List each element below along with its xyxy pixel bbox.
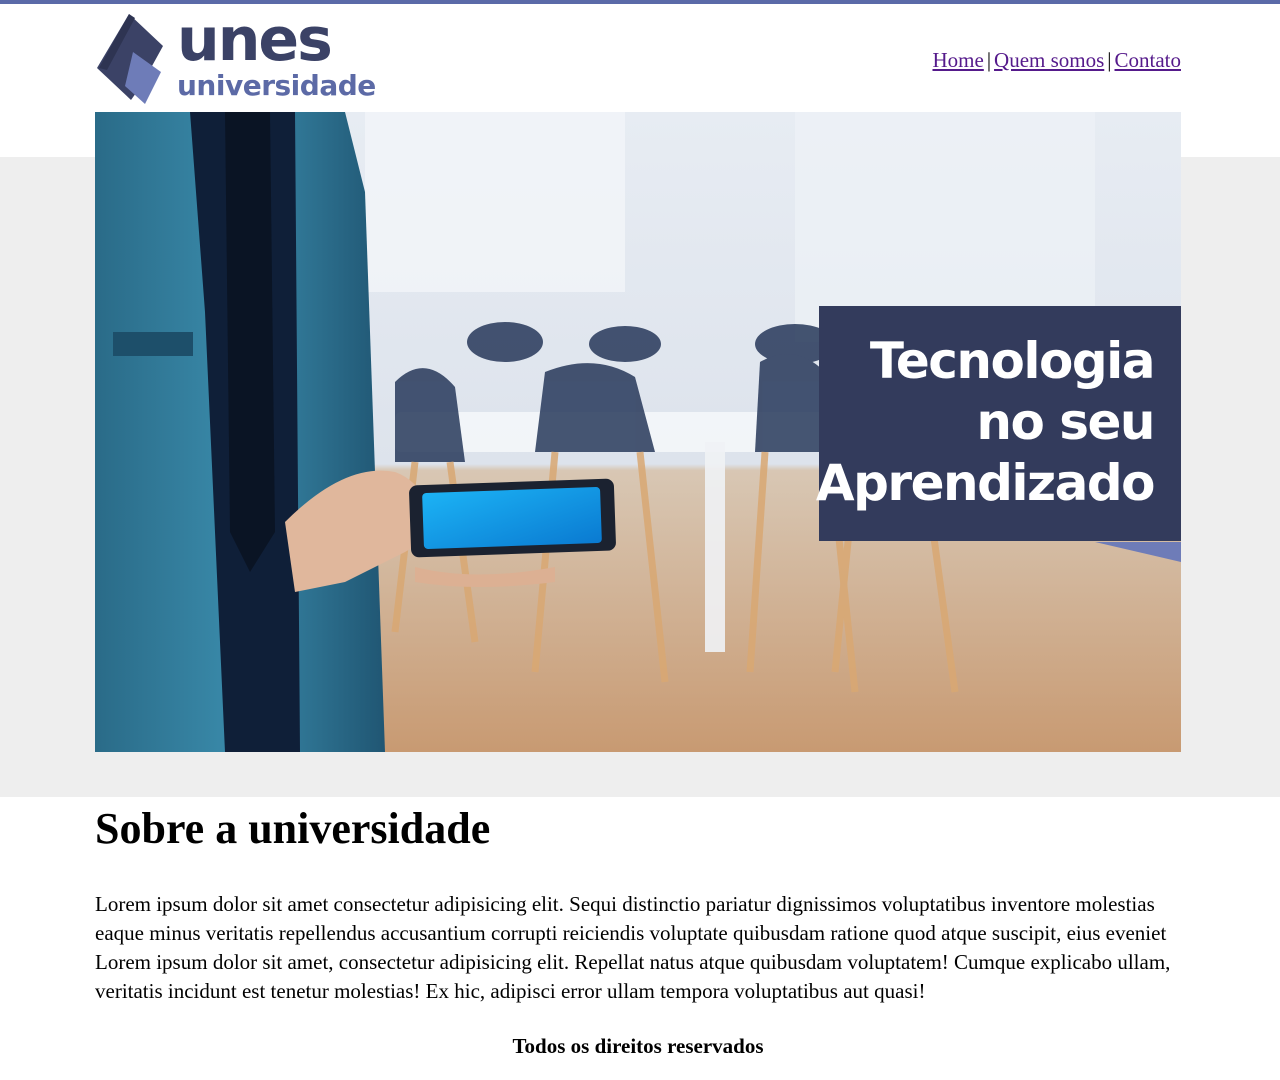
hero-tagline-line-2: no seu — [976, 393, 1155, 451]
site-header: unes universidade Home | Quem somos | Contat… — [95, 4, 1181, 112]
section-title: Sobre a universidade — [95, 804, 491, 853]
hero-tagline: Tecnologia no seu Aprendizado — [815, 331, 1156, 514]
hero-tagline-line-1: Tecnologia — [869, 332, 1156, 390]
nav-separator: | — [1107, 48, 1112, 72]
site-logo[interactable]: unes universidade — [95, 6, 376, 104]
nav-link-quem-somos[interactable]: Quem somos — [994, 48, 1104, 72]
hero-tagline-line-3: Aprendizado — [815, 454, 1156, 512]
nav-link-home[interactable]: Home — [932, 48, 983, 72]
logo-diamond-icon — [97, 14, 163, 104]
nav-link-contato[interactable]: Contato — [1115, 48, 1182, 72]
logo-subtitle: universidade — [177, 69, 376, 102]
about-paragraph: Lorem ipsum dolor sit amet consectetur a… — [95, 892, 1171, 1003]
nav-separator: | — [986, 48, 992, 72]
main-nav: Home | Quem somos | Contato — [932, 48, 1181, 72]
logo-wordmark: unes — [177, 5, 333, 75]
site-footer: Todos os direitos reservados — [512, 1034, 764, 1058]
hero-banner: Tecnologia no seu Aprendizado — [95, 112, 1181, 752]
hero-tagline-banner: Tecnologia no seu Aprendizado — [815, 306, 1181, 541]
